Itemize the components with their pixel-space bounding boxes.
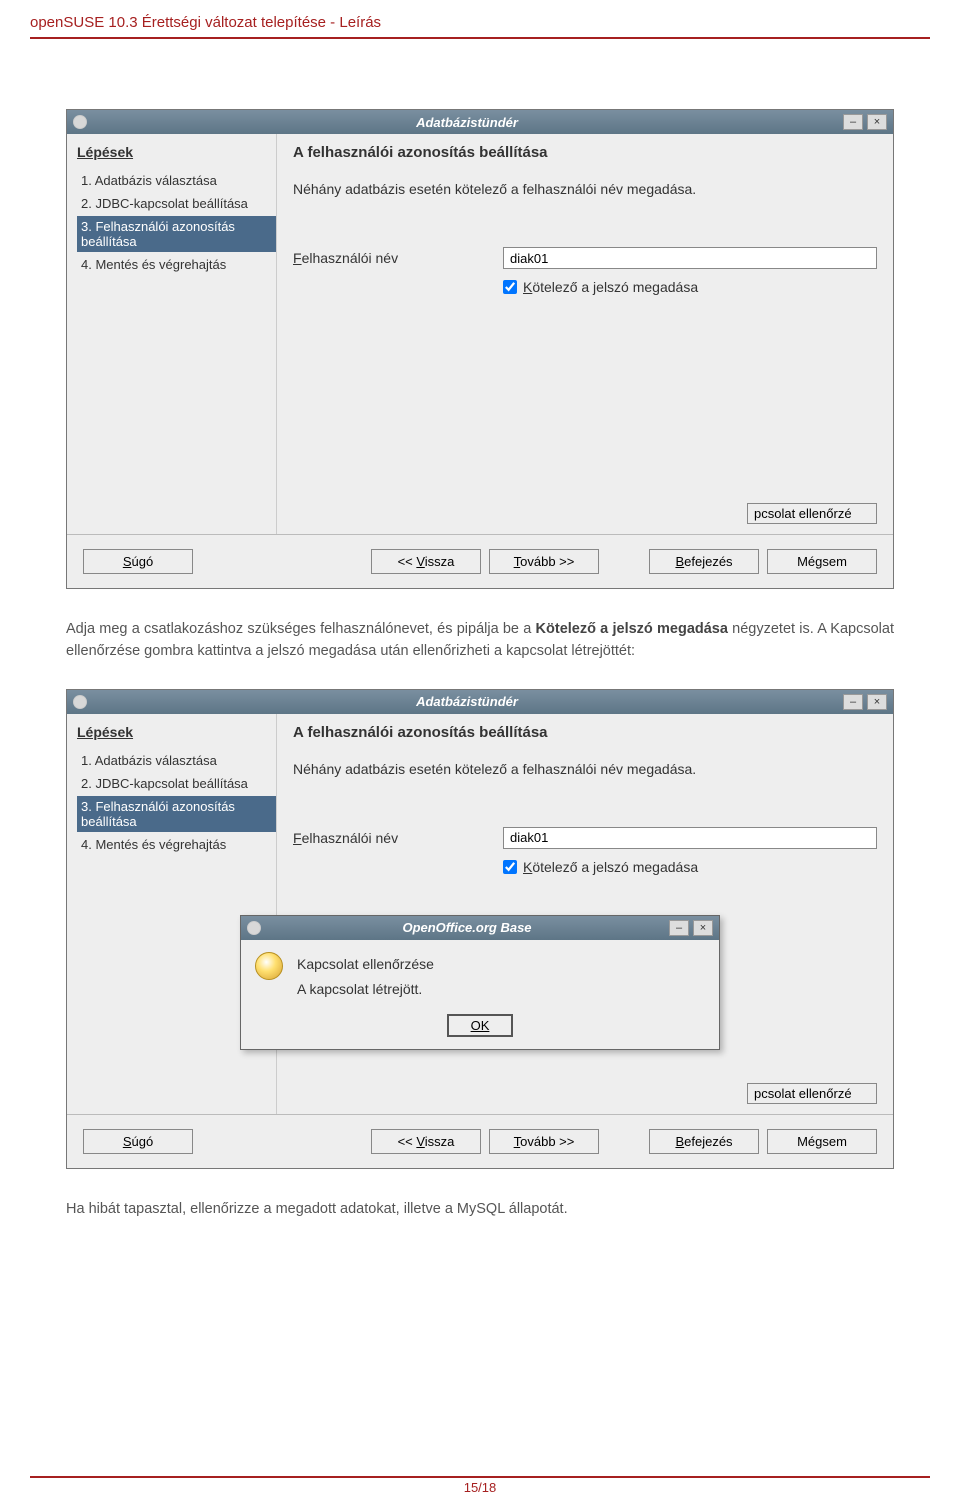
dialog-app-icon (247, 921, 261, 935)
username-input[interactable] (503, 247, 877, 269)
finish-button[interactable]: Befejezés (649, 549, 759, 574)
password-required-checkbox[interactable] (503, 280, 517, 294)
step-1[interactable]: 1. Adatbázis választása (77, 170, 276, 191)
content-description: Néhány adatbázis esetén kötelező a felha… (293, 181, 877, 197)
app-icon-2 (73, 695, 87, 709)
dialog-title-bar: OpenOffice.org Base – × (241, 916, 719, 940)
back-button-2[interactable]: << Vissza (371, 1129, 481, 1154)
content-description-2: Néhány adatbázis esetén kötelező a felha… (293, 761, 877, 777)
finish-button-2[interactable]: Befejezés (649, 1129, 759, 1154)
steps-heading: Lépések (77, 144, 276, 160)
test-connection-button-2[interactable]: pcsolat ellenőrzé (747, 1083, 877, 1104)
result-dialog: OpenOffice.org Base – × Kapcsolat ellenő… (240, 915, 720, 1050)
cancel-button-2[interactable]: Mégsem (767, 1129, 877, 1154)
steps-heading-2: Lépések (77, 724, 276, 740)
step-3[interactable]: 3. Felhasználói azonosítás beállítása (77, 216, 276, 252)
step-2[interactable]: 2. JDBC-kapcsolat beállítása (77, 193, 276, 214)
paragraph-2: Ha hibát tapasztal, ellenőrizze a megado… (66, 1199, 894, 1221)
screenshot-2: Adatbázistündér – × Lépések 1. Adatbázis… (66, 689, 894, 1169)
minimize-button[interactable]: – (843, 114, 863, 130)
username-label-2: Felhasználói név (293, 830, 503, 846)
dialog-title: OpenOffice.org Base (269, 920, 665, 935)
steps-sidebar: Lépések 1. Adatbázis választása 2. JDBC-… (67, 134, 277, 534)
back-button[interactable]: << Vissza (371, 549, 481, 574)
password-required-checkbox-2[interactable] (503, 860, 517, 874)
password-required-label-2: Kötelező a jelszó megadása (523, 859, 698, 875)
minimize-button-2[interactable]: – (843, 694, 863, 710)
step2-1[interactable]: 1. Adatbázis választása (77, 750, 276, 771)
cancel-button[interactable]: Mégsem (767, 549, 877, 574)
content-title: A felhasználói azonosítás beállítása (293, 144, 877, 161)
steps-sidebar-2: Lépések 1. Adatbázis választása 2. JDBC-… (67, 714, 277, 1114)
screenshot-1: Adatbázistündér – × Lépések 1. Adatbázis… (66, 109, 894, 589)
document-header: openSUSE 10.3 Érettségi változat telepít… (30, 10, 930, 39)
close-button-2[interactable]: × (867, 694, 887, 710)
wizard2-title-bar: Adatbázistündér – × (67, 690, 893, 714)
app-icon (73, 115, 87, 129)
dialog-heading: Kapcsolat ellenőrzése (297, 952, 434, 977)
ok-button[interactable]: OK (447, 1014, 514, 1037)
step2-2[interactable]: 2. JDBC-kapcsolat beállítása (77, 773, 276, 794)
test-connection-button[interactable]: pcsolat ellenőrzé (747, 503, 877, 524)
window-title: Adatbázistündér (95, 115, 839, 130)
content-title-2: A felhasználói azonosítás beállítása (293, 724, 877, 741)
username-label: Felhasználói név (293, 250, 503, 266)
wizard-button-bar: Súgó << Vissza Tovább >> Befejezés Mégse… (67, 535, 893, 588)
step2-4[interactable]: 4. Mentés és végrehajtás (77, 834, 276, 855)
paragraph-1: Adja meg a csatlakozáshoz szükséges felh… (66, 619, 894, 663)
wizard-title-bar: Adatbázistündér – × (67, 110, 893, 134)
step-4[interactable]: 4. Mentés és végrehajtás (77, 254, 276, 275)
close-button[interactable]: × (867, 114, 887, 130)
wizard2-button-bar: Súgó << Vissza Tovább >> Befejezés Mégse… (67, 1115, 893, 1168)
dialog-close-button[interactable]: × (693, 920, 713, 936)
username-input-2[interactable] (503, 827, 877, 849)
window-title-2: Adatbázistündér (95, 694, 839, 709)
page-footer: 15/18 (30, 1476, 930, 1495)
help-button-2[interactable]: Súgó (83, 1129, 193, 1154)
lightbulb-icon (255, 952, 283, 980)
next-button[interactable]: Tovább >> (489, 549, 599, 574)
help-button[interactable]: Súgó (83, 549, 193, 574)
next-button-2[interactable]: Tovább >> (489, 1129, 599, 1154)
step2-3[interactable]: 3. Felhasználói azonosítás beállítása (77, 796, 276, 832)
password-required-label: Kötelező a jelszó megadása (523, 279, 698, 295)
dialog-message: A kapcsolat létrejött. (297, 977, 434, 1002)
dialog-minimize-button[interactable]: – (669, 920, 689, 936)
